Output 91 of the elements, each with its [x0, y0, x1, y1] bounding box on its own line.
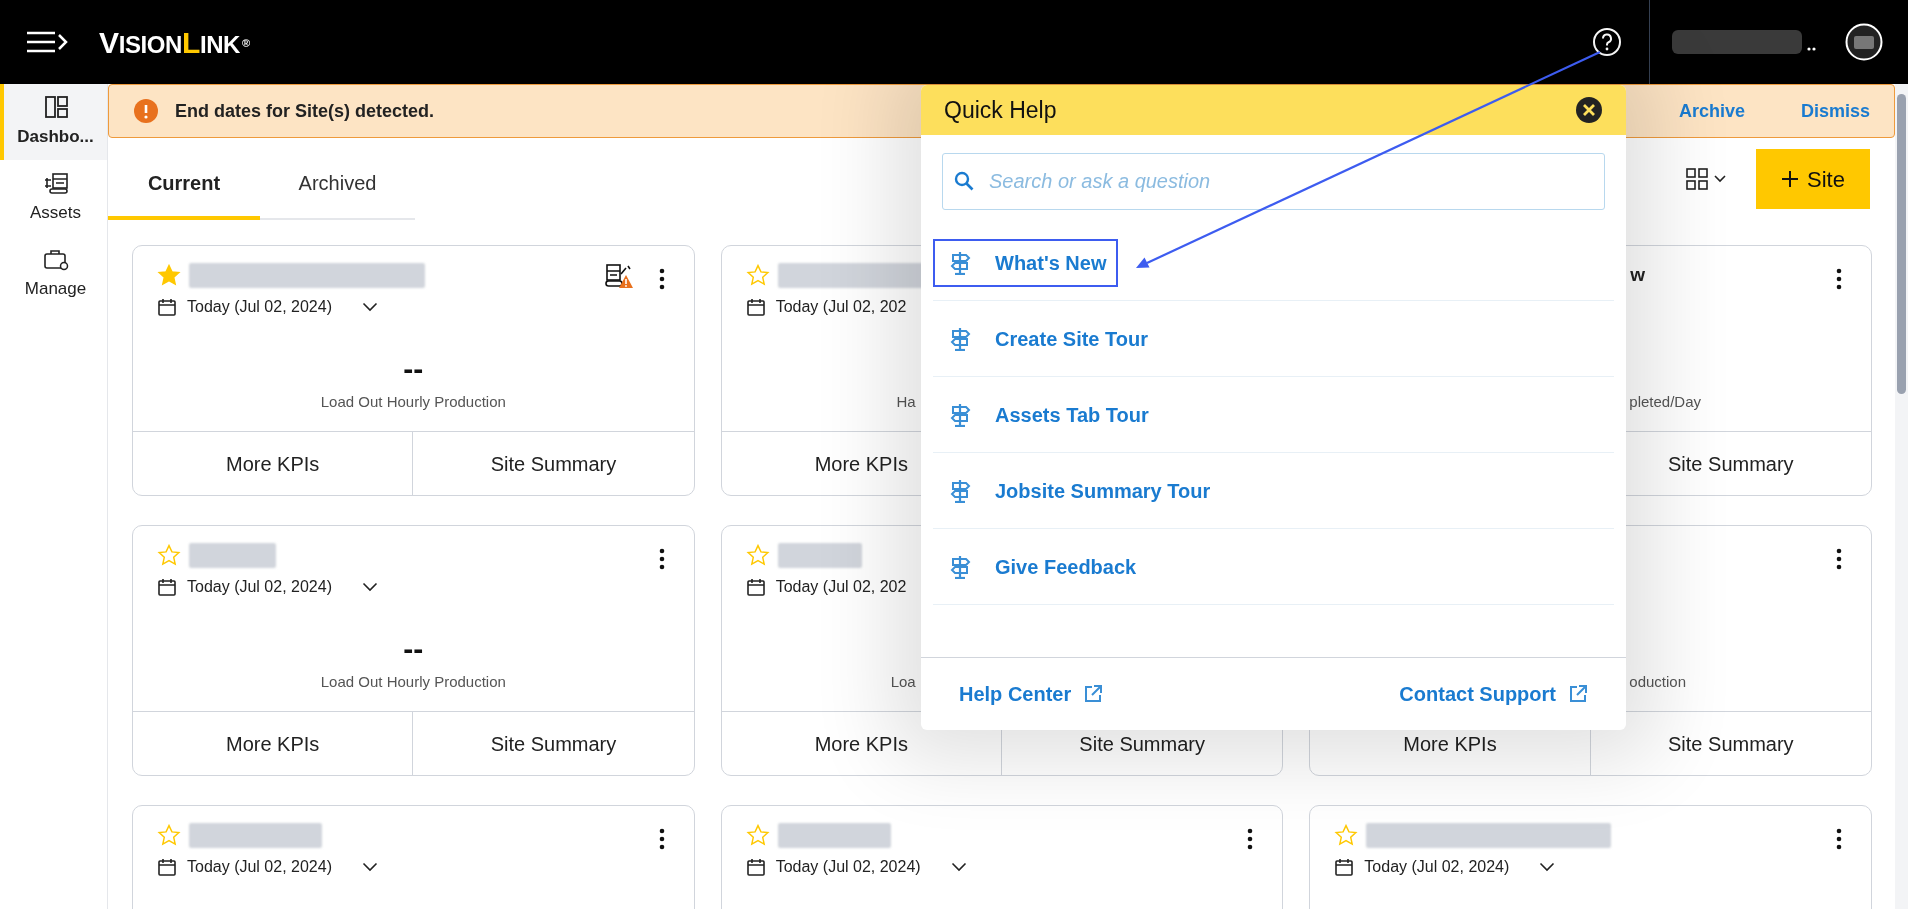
banner-link[interactable]: Archive: [1678, 97, 1745, 125]
calendar-icon: [745, 857, 766, 877]
star-icon[interactable]: [745, 824, 770, 846]
add-site-button[interactable]: Site: [1756, 149, 1870, 209]
date-label: Today (Jul 02, 202: [775, 577, 907, 597]
kebab-menu-icon[interactable]: [1835, 268, 1843, 290]
tab[interactable]: Current: [108, 150, 260, 220]
calendar-icon: [1334, 857, 1355, 877]
calendar-icon: [157, 577, 177, 597]
chevron-down-icon[interactable]: [362, 302, 378, 312]
calendar-icon: [745, 577, 766, 597]
kebab-menu-icon[interactable]: [1246, 828, 1255, 850]
kebab-menu-icon[interactable]: [1835, 548, 1843, 570]
sidebar-item[interactable]: Manage: [0, 236, 107, 312]
more-kpis-button[interactable]: More KPIs: [814, 732, 908, 755]
star-icon[interactable]: [157, 824, 181, 846]
more-kpis-button[interactable]: More KPIs: [226, 452, 320, 475]
machine-icon: [42, 170, 69, 197]
date-label: Today (Jul 02, 2024): [187, 577, 332, 597]
site-title: w: [1629, 262, 1646, 287]
dashboard-icon: [42, 94, 69, 121]
close-icon[interactable]: [1575, 96, 1603, 124]
chevron-down-icon[interactable]: [950, 862, 967, 872]
site-summary-button[interactable]: Site Summary: [490, 452, 617, 475]
star-icon[interactable]: [157, 544, 181, 566]
help-menu-item[interactable]: Jobsite Summary Tour: [933, 466, 1223, 515]
logo[interactable]: VISIONLINK$^{®}$: [99, 19, 250, 65]
panel-title: Quick Help: [944, 95, 1058, 125]
tab[interactable]: Archived: [260, 150, 415, 220]
footer-link[interactable]: Contact Support: [1399, 679, 1588, 709]
site-summary-button[interactable]: Site Summary: [1668, 452, 1794, 475]
kpi-value: --: [402, 354, 425, 384]
calendar-icon: [157, 297, 177, 317]
site-summary-button[interactable]: Site Summary: [1668, 732, 1794, 755]
kpi-label: pleted/Day: [1629, 392, 1702, 412]
date-label: Today (Jul 02, 2024): [187, 857, 332, 877]
kebab-menu-icon[interactable]: [657, 268, 666, 290]
kpi-value: --: [402, 634, 425, 664]
search-field[interactable]: Search or ask a question: [942, 153, 1605, 210]
kebab-menu-icon[interactable]: [1835, 828, 1843, 850]
kpi-label: oduction: [1629, 672, 1687, 692]
grid-view-icon: [1686, 168, 1708, 190]
kpi-label: Load Out Hourly Production: [319, 672, 507, 692]
signpost-icon: [949, 402, 971, 427]
warning-icon: [133, 98, 159, 124]
more-kpis-button[interactable]: More KPIs: [1403, 732, 1497, 755]
kpi-label: Ha: [895, 392, 916, 412]
signpost-icon: [949, 478, 971, 503]
more-kpis-button[interactable]: More KPIs: [226, 732, 320, 755]
external-link-icon: [1568, 684, 1588, 704]
star-icon[interactable]: [745, 544, 770, 566]
kpi-label: Load Out Hourly Production: [319, 392, 507, 412]
plus-icon: [1781, 170, 1800, 188]
help-menu-item[interactable]: What's New: [933, 238, 1119, 287]
chevron-down-icon[interactable]: [1539, 862, 1556, 872]
signpost-icon: [949, 250, 971, 275]
banner-link[interactable]: Dismiss: [1800, 97, 1870, 125]
kebab-menu-icon[interactable]: [657, 828, 666, 850]
signpost-icon: [949, 554, 971, 579]
date-label: Today (Jul 02, 2024): [187, 297, 332, 317]
more-kpis-button[interactable]: More KPIs: [814, 452, 908, 475]
help-icon[interactable]: [1592, 27, 1622, 57]
help-menu-item[interactable]: Create Site Tour: [933, 314, 1160, 363]
star-icon[interactable]: [745, 264, 770, 286]
chevron-down-icon: [1714, 175, 1726, 183]
signpost-icon: [949, 326, 971, 351]
help-menu-item[interactable]: Assets Tab Tour: [933, 390, 1161, 439]
date-label: Today (Jul 02, 2024): [775, 857, 921, 877]
search-icon: [954, 171, 974, 191]
menu-icon[interactable]: [25, 30, 69, 54]
help-menu-item[interactable]: Give Feedback: [933, 542, 1149, 591]
kebab-menu-icon[interactable]: [657, 548, 666, 570]
sidebar-item[interactable]: Dashbo...: [0, 84, 107, 160]
calendar-icon: [157, 857, 177, 877]
chevron-down-icon[interactable]: [362, 862, 378, 872]
star-icon[interactable]: [1334, 824, 1359, 846]
banner-message: End dates for Site(s) detected.: [175, 99, 435, 123]
site-summary-button[interactable]: Site Summary: [490, 732, 617, 755]
footer-link[interactable]: Help Center: [959, 679, 1104, 709]
scrollbar[interactable]: [1895, 84, 1908, 909]
sidebar-item[interactable]: Assets: [0, 160, 107, 236]
date-label: Today (Jul 02, 2024): [1364, 857, 1510, 877]
kpi-label: Loa: [889, 672, 916, 692]
avatar-icon[interactable]: [1845, 23, 1883, 61]
date-label: Today (Jul 02, 202: [775, 297, 907, 317]
chevron-down-icon[interactable]: [362, 582, 378, 592]
star-filled-icon[interactable]: [157, 264, 181, 286]
external-link-icon: [1083, 684, 1104, 704]
site-summary-button[interactable]: Site Summary: [1079, 732, 1205, 755]
calendar-icon: [745, 297, 766, 317]
grid-view-button[interactable]: [1686, 168, 1726, 190]
